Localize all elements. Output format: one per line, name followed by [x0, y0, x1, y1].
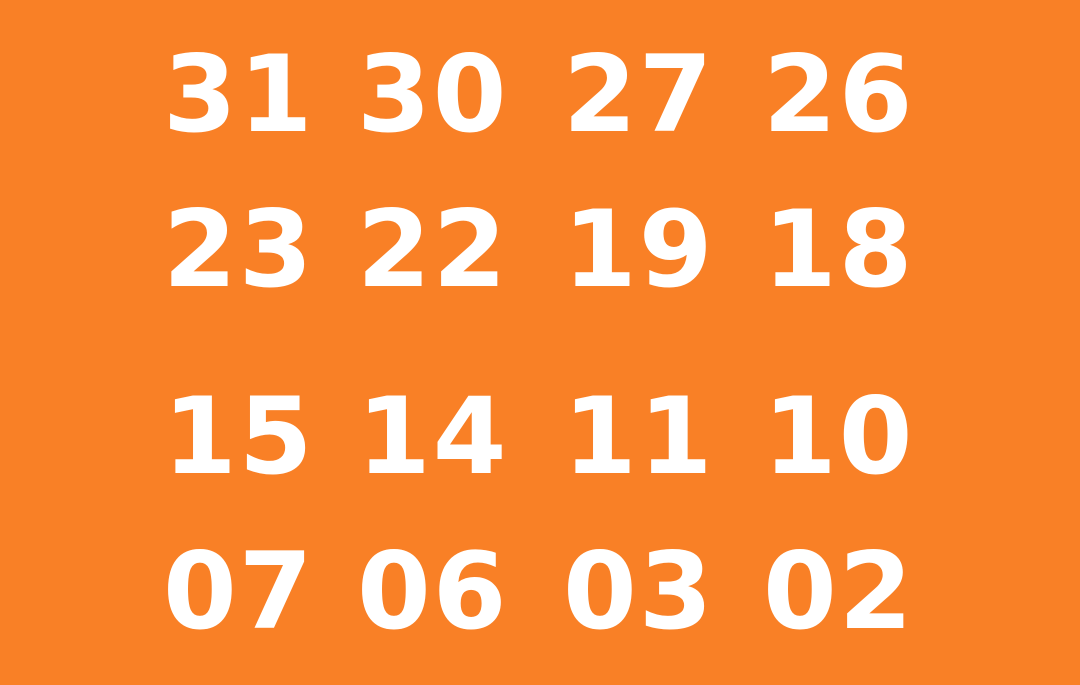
number-cell: 27 [563, 33, 715, 156]
number-cell: 14 [357, 375, 509, 498]
number-cell: 06 [357, 530, 509, 653]
number-cell: 26 [763, 33, 915, 156]
number-cell: 31 [163, 33, 315, 156]
number-cell: 15 [163, 375, 315, 498]
number-cell: 10 [763, 375, 915, 498]
number-grid: 31 30 27 26 23 22 19 18 15 14 11 10 07 0… [0, 0, 1080, 685]
number-cell: 23 [163, 188, 315, 311]
number-cell: 19 [563, 188, 715, 311]
number-cell: 30 [357, 33, 509, 156]
number-cell: 18 [763, 188, 915, 311]
number-cell: 22 [357, 188, 509, 311]
number-cell: 03 [563, 530, 715, 653]
number-cell: 02 [763, 530, 915, 653]
number-cell: 07 [163, 530, 315, 653]
number-cell: 11 [563, 375, 715, 498]
